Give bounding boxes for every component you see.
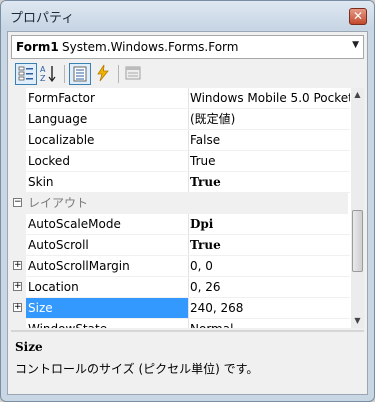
property-name[interactable]: FormFactor: [26, 88, 189, 109]
svg-text:Z: Z: [40, 74, 46, 83]
property-value[interactable]: (既定値): [188, 109, 350, 130]
row-margin: [11, 88, 26, 109]
property-value[interactable]: 0, 0: [188, 256, 350, 277]
property-name[interactable]: WindowState: [26, 319, 189, 328]
vertical-scrollbar[interactable]: ▲ ▼: [351, 88, 364, 328]
alphabetical-button[interactable]: A Z: [38, 63, 60, 85]
alphabetical-icon: A Z: [40, 65, 56, 83]
description-text: コントロールのサイズ (ピクセル単位) です。: [15, 362, 259, 376]
property-row-locked[interactable]: Locked True: [11, 151, 350, 172]
object-selector-dropdown[interactable]: Form1 System.Windows.Forms.Form ▼: [11, 35, 364, 59]
scroll-up-arrow-icon[interactable]: ▲: [351, 88, 364, 102]
events-button[interactable]: [93, 63, 115, 85]
object-name: Form1: [16, 40, 59, 54]
property-value[interactable]: True: [188, 235, 350, 256]
row-margin: [11, 235, 26, 256]
property-pages-button[interactable]: [123, 63, 145, 85]
property-row-windowstate[interactable]: WindowState Normal: [11, 319, 348, 328]
row-margin: [11, 109, 26, 130]
dropdown-arrow-icon[interactable]: ▼: [352, 40, 359, 50]
property-row-localizable[interactable]: Localizable False: [11, 130, 350, 151]
properties-button[interactable]: [69, 63, 91, 85]
svg-text:A: A: [40, 65, 46, 74]
property-pages-icon: [125, 66, 141, 80]
properties-icon: [73, 66, 87, 82]
property-row-skin[interactable]: Skin True: [11, 172, 350, 193]
property-value[interactable]: True: [188, 172, 350, 193]
row-margin: [11, 130, 26, 151]
property-value[interactable]: Windows Mobile 5.0 Pocket PC: [188, 88, 350, 109]
toolbar-separator: [64, 65, 65, 83]
property-name[interactable]: Localizable: [26, 130, 189, 151]
toolbar-separator: [118, 65, 119, 83]
property-row-autoscroll[interactable]: AutoScroll True: [11, 235, 350, 256]
description-pane: Size コントロールのサイズ (ピクセル単位) です。: [11, 334, 364, 392]
properties-window: プロパティ ✕ Form1 System.Windows.Forms.Form …: [0, 0, 375, 402]
expand-icon[interactable]: +: [13, 261, 22, 270]
collapse-icon[interactable]: −: [13, 198, 22, 207]
description-title: Size: [15, 340, 43, 354]
property-row-autoscalemode[interactable]: AutoScaleMode Dpi: [11, 214, 350, 235]
expand-icon[interactable]: +: [13, 282, 22, 291]
categorized-icon: [18, 66, 33, 81]
window-title: プロパティ: [10, 11, 75, 26]
description-splitter[interactable]: [11, 330, 364, 332]
property-row-formfactor[interactable]: FormFactor Windows Mobile 5.0 Pocket PC: [11, 88, 350, 109]
category-row-layout[interactable]: − レイアウト: [11, 193, 348, 214]
property-name[interactable]: Locked: [26, 151, 189, 172]
property-value[interactable]: 240, 268: [188, 298, 350, 319]
property-name[interactable]: AutoScroll: [26, 235, 189, 256]
property-value[interactable]: Normal: [188, 319, 350, 328]
object-type: System.Windows.Forms.Form: [62, 40, 239, 54]
expand-icon[interactable]: +: [13, 303, 22, 312]
property-value[interactable]: True: [188, 151, 350, 172]
property-row-size[interactable]: + Size 240, 268: [11, 298, 350, 319]
property-name[interactable]: AutoScaleMode: [26, 214, 189, 235]
close-button[interactable]: ✕: [349, 8, 367, 25]
scroll-down-arrow-icon[interactable]: ▼: [351, 314, 364, 328]
property-name[interactable]: AutoScrollMargin: [26, 256, 189, 277]
row-margin: [11, 151, 26, 172]
property-name[interactable]: Language: [26, 109, 189, 130]
row-margin: [11, 172, 26, 193]
property-row-language[interactable]: Language (既定値): [11, 109, 350, 130]
properties-panel: Form1 System.Windows.Forms.Form ▼ A Z Fo…: [7, 31, 368, 395]
property-value[interactable]: False: [188, 130, 350, 151]
title-bar[interactable]: プロパティ ✕: [1, 1, 374, 30]
property-row-location[interactable]: + Location 0, 26: [11, 277, 350, 298]
scrollbar-thumb[interactable]: [352, 210, 363, 272]
property-value[interactable]: 0, 26: [188, 277, 350, 298]
property-name[interactable]: Size: [26, 298, 189, 319]
property-value[interactable]: Dpi: [188, 214, 350, 235]
property-grid: FormFactor Windows Mobile 5.0 Pocket PC …: [11, 88, 364, 328]
property-name[interactable]: Location: [26, 277, 189, 298]
properties-toolbar: A Z: [11, 62, 364, 86]
property-row-autoscrollmargin[interactable]: + AutoScrollMargin 0, 0: [11, 256, 350, 277]
category-name: レイアウト: [28, 196, 89, 210]
property-name[interactable]: Skin: [26, 172, 189, 193]
row-margin: [11, 319, 26, 328]
categorized-button[interactable]: [15, 63, 37, 85]
events-icon: [97, 64, 109, 82]
row-margin: [11, 214, 26, 235]
